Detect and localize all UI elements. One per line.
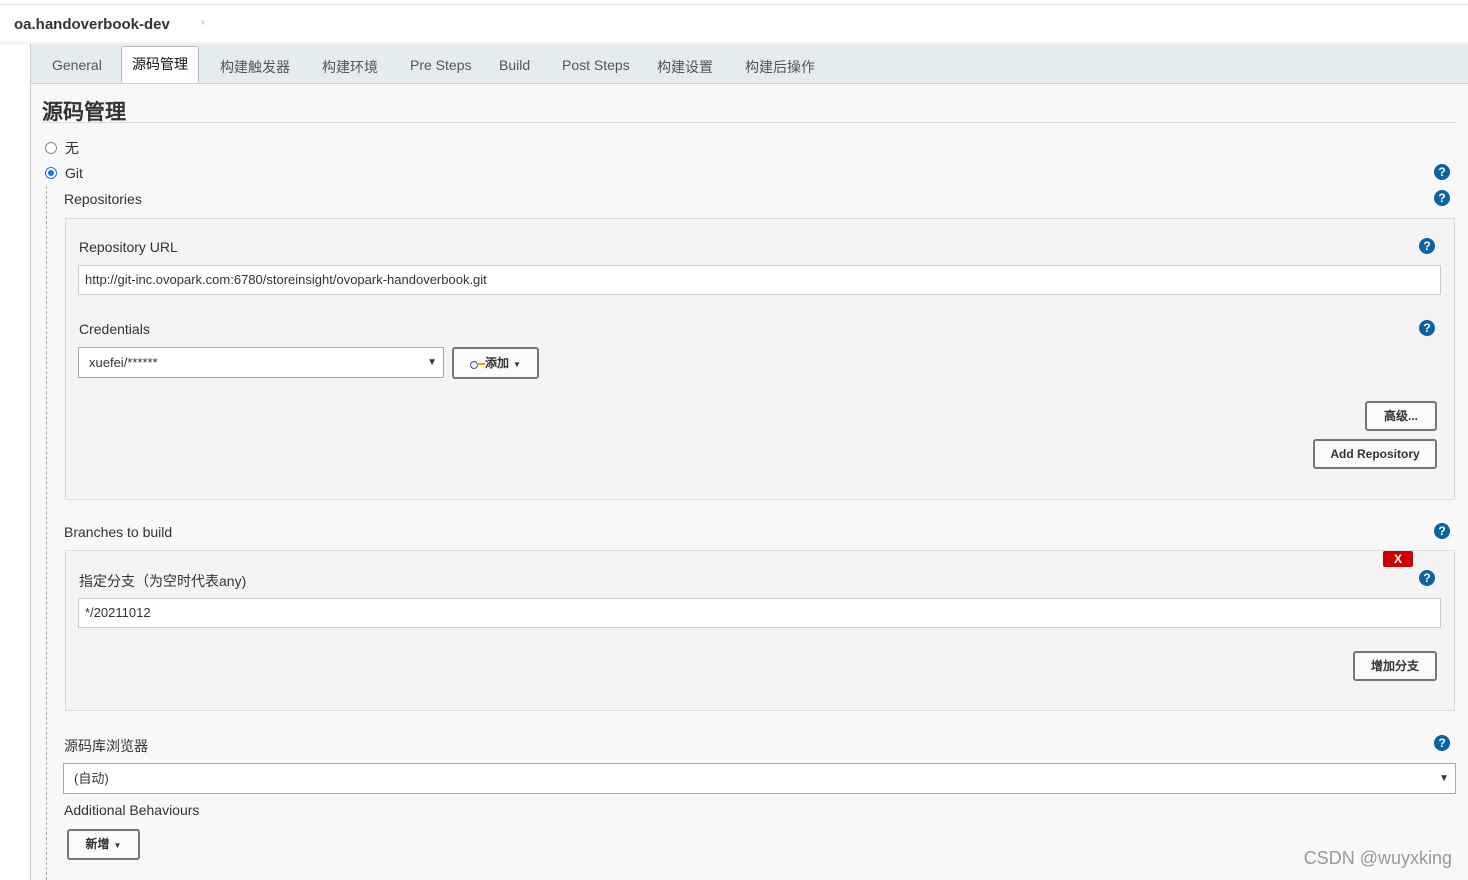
help-credentials-icon[interactable]: ? — [1419, 320, 1435, 336]
caret-down-icon: ▼ — [113, 841, 122, 850]
delete-branch-button[interactable]: X — [1383, 551, 1413, 567]
help-branches-icon[interactable]: ? — [1434, 523, 1450, 539]
watermark: CSDN @wuyxking — [1303, 848, 1452, 868]
radio-git[interactable] — [45, 167, 57, 179]
branches-label: Branches to build — [64, 524, 173, 540]
scm-option-git-label: Git — [65, 165, 83, 181]
branch-spec-label: 指定分支（为空时代表any) — [79, 573, 247, 589]
add-behaviour-label: 新增 — [85, 837, 110, 851]
caret-down-icon: ▼ — [513, 360, 521, 369]
credentials-select-value: xuefei/****** — [89, 355, 158, 370]
advanced-button[interactable]: 高级... — [1365, 401, 1437, 431]
branch-spec-input[interactable]: */20211012 — [78, 598, 1441, 628]
chevron-down-icon: ▼ — [1439, 773, 1449, 784]
config-tab-bar: General 源码管理 构建触发器 构建环境 Pre Steps Build … — [31, 44, 1468, 84]
tab-post-steps[interactable]: Post Steps — [562, 57, 630, 73]
key-icon — [470, 360, 486, 369]
repo-browser-select[interactable]: (自动) ▼ — [63, 763, 1456, 794]
breadcrumb-arrow-icon[interactable]: › — [201, 17, 204, 28]
credentials-label: Credentials — [79, 321, 150, 337]
tab-post-build[interactable]: 构建后操作 — [745, 57, 815, 77]
tab-build-triggers[interactable]: 构建触发器 — [220, 57, 290, 77]
add-credentials-button[interactable]: 添加 ▼ — [452, 347, 539, 379]
help-repositories-icon[interactable]: ? — [1434, 190, 1450, 206]
tab-pre-steps[interactable]: Pre Steps — [410, 57, 471, 73]
help-branch-spec-icon[interactable]: ? — [1419, 570, 1435, 586]
repository-url-input[interactable]: http://git-inc.ovopark.com:6780/storeins… — [78, 265, 1441, 295]
chevron-down-icon: ▼ — [427, 357, 437, 368]
add-branch-button[interactable]: 增加分支 — [1353, 651, 1437, 681]
repository-url-label: Repository URL — [79, 239, 178, 255]
scm-option-git[interactable]: Git — [45, 165, 83, 181]
help-repo-browser-icon[interactable]: ? — [1434, 735, 1450, 751]
repo-browser-label: 源码库浏览器 — [64, 738, 148, 754]
git-section-indent — [46, 186, 47, 880]
breadcrumb-bar: oa.handoverbook-dev › — [0, 4, 1468, 43]
add-behaviour-button[interactable]: 新增 ▼ — [67, 829, 140, 860]
tab-general[interactable]: General — [52, 57, 102, 73]
help-repo-url-icon[interactable]: ? — [1419, 238, 1435, 254]
repositories-label: Repositories — [64, 191, 142, 207]
branch-panel — [65, 550, 1455, 711]
breadcrumb-project-link[interactable]: oa.handoverbook-dev — [14, 16, 170, 33]
add-repository-button[interactable]: Add Repository — [1313, 439, 1437, 469]
tab-build-settings[interactable]: 构建设置 — [657, 57, 713, 77]
additional-behaviours-label: Additional Behaviours — [64, 802, 200, 818]
radio-none[interactable] — [45, 142, 57, 154]
help-git-icon[interactable]: ? — [1434, 164, 1450, 180]
title-divider — [42, 122, 1456, 123]
scm-option-none[interactable]: 无 — [45, 138, 79, 158]
tab-scm[interactable]: 源码管理 — [121, 46, 199, 83]
repo-browser-select-value: (自动) — [74, 771, 109, 786]
tab-build[interactable]: Build — [499, 57, 530, 73]
tab-build-env[interactable]: 构建环境 — [322, 57, 378, 77]
scm-option-none-label: 无 — [65, 140, 79, 156]
add-credentials-label: 添加 — [485, 356, 510, 370]
credentials-select[interactable]: xuefei/****** ▼ — [78, 347, 444, 378]
